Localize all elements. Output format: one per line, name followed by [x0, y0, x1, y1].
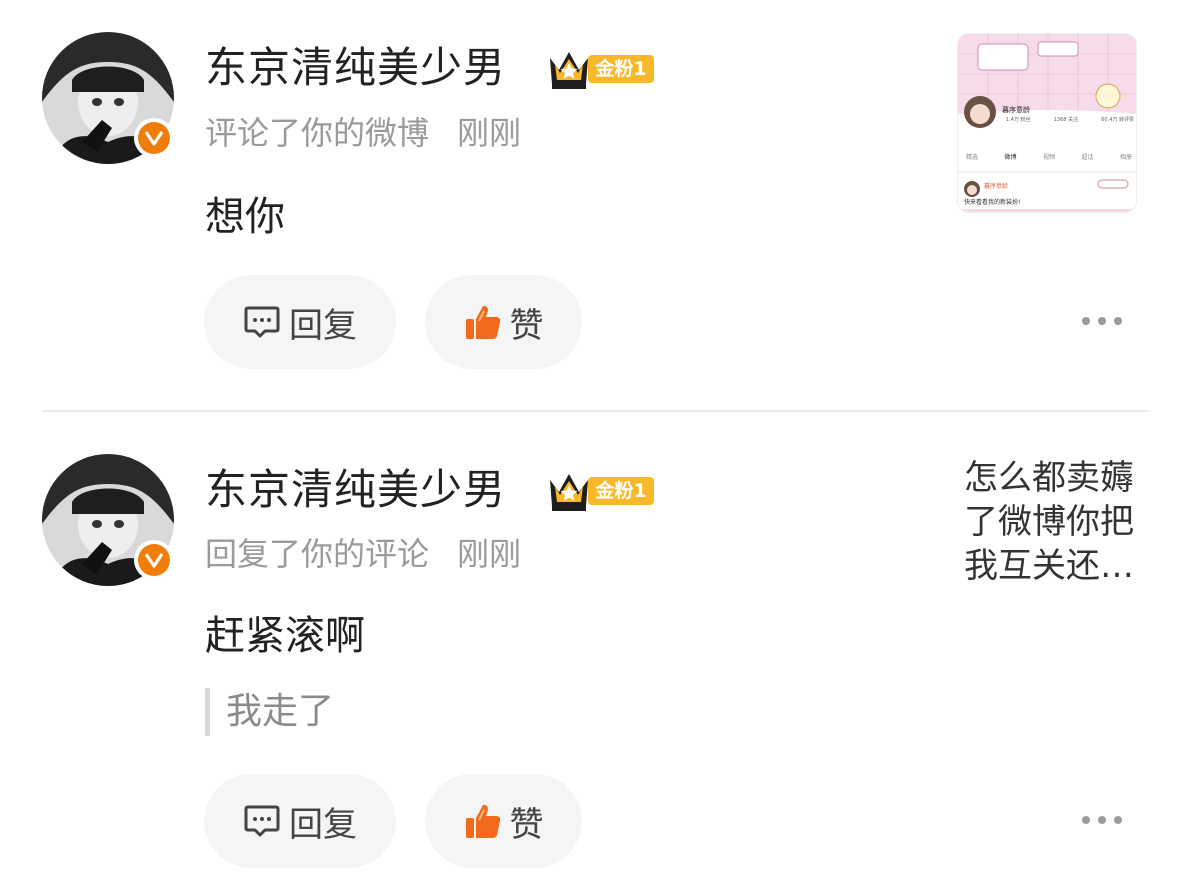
meta-line: 评论了你的微博 刚刚: [205, 113, 521, 153]
thumbnail-stats: 1.4万 粉丝 1368 关注 60.4万 转评赞: [1006, 116, 1134, 123]
action-text: 回复了你的评论: [205, 535, 430, 573]
thumbnail-tab: 精选: [966, 154, 979, 161]
thumbnail-profile-name: 暮序意龄: [1002, 106, 1030, 114]
reply-label: 回复: [289, 804, 357, 845]
crown-icon: [546, 46, 592, 96]
like-button[interactable]: 赞: [425, 774, 582, 868]
thumbnail-tab: 视频: [1042, 154, 1055, 161]
verified-v-icon: [138, 122, 170, 154]
thumbnail-post-text: 快来看看我的新装扮!: [964, 199, 1021, 206]
notification-item[interactable]: 东京清纯美少男 金粉1 回复了你的评论 刚刚 赶紧滚啊 我走了 回复 赞 怎么都…: [0, 412, 1179, 890]
avatar[interactable]: [42, 32, 174, 164]
thumbnail-tabs: 精选 微博 视频 超话 相册: [966, 152, 1132, 161]
comment-icon: [243, 304, 281, 340]
thumbs-up-icon: [464, 303, 502, 341]
username[interactable]: 东京清纯美少男: [205, 465, 506, 515]
reply-label: 回复: [289, 305, 357, 346]
weibo-thumbnail[interactable]: 暮序意龄 1.4万 粉丝 1368 关注 60.4万 转评赞 精选 微博 视频 …: [957, 33, 1137, 213]
reply-button[interactable]: 回复: [204, 774, 396, 868]
verified-badge: [134, 540, 174, 580]
like-button[interactable]: 赞: [425, 275, 582, 369]
avatar[interactable]: [42, 454, 174, 586]
thumbnail-stat: 1.4万 粉丝: [1006, 117, 1031, 123]
more-icon[interactable]: [1082, 315, 1122, 327]
thumbnail-tab: 相册: [1119, 154, 1132, 161]
notification-item[interactable]: 东京清纯美少男 金粉1 评论了你的微博 刚刚 想你 回复 赞 暮序意龄 1.4万…: [0, 0, 1179, 410]
comment-content[interactable]: 赶紧滚啊: [205, 612, 365, 660]
crown-icon: [546, 468, 592, 518]
fan-badge-label: 金粉1: [588, 477, 654, 505]
fan-badge[interactable]: 金粉1: [546, 46, 656, 92]
timestamp: 刚刚: [457, 535, 522, 573]
reply-button[interactable]: 回复: [204, 275, 396, 369]
comment-icon: [243, 803, 281, 839]
thumbnail-tab: 超话: [1081, 154, 1094, 161]
like-label: 赞: [509, 305, 544, 346]
verified-badge: [134, 118, 174, 158]
thumbnail-post-name: 暮序意龄: [984, 183, 1009, 190]
comment-content[interactable]: 想你: [205, 193, 285, 241]
thumbnail-stat: 60.4万 转评赞: [1101, 117, 1134, 123]
like-label: 赞: [509, 804, 544, 845]
meta-line: 回复了你的评论 刚刚: [205, 534, 521, 574]
username[interactable]: 东京清纯美少男: [205, 43, 506, 93]
quoted-comment[interactable]: 我走了: [205, 688, 334, 736]
fan-badge-label: 金粉1: [588, 55, 654, 83]
more-icon[interactable]: [1082, 814, 1122, 826]
verified-v-icon: [138, 544, 170, 576]
fan-badge[interactable]: 金粉1: [546, 468, 656, 514]
thumbnail-tab: 微博: [1004, 154, 1017, 161]
timestamp: 刚刚: [457, 114, 522, 152]
thumbs-up-icon: [464, 802, 502, 840]
thumbnail-stat: 1368 关注: [1053, 117, 1079, 123]
weibo-snippet[interactable]: 怎么都卖薅了微博你把我互关还…: [964, 456, 1144, 588]
action-text: 评论了你的微博: [205, 114, 430, 152]
